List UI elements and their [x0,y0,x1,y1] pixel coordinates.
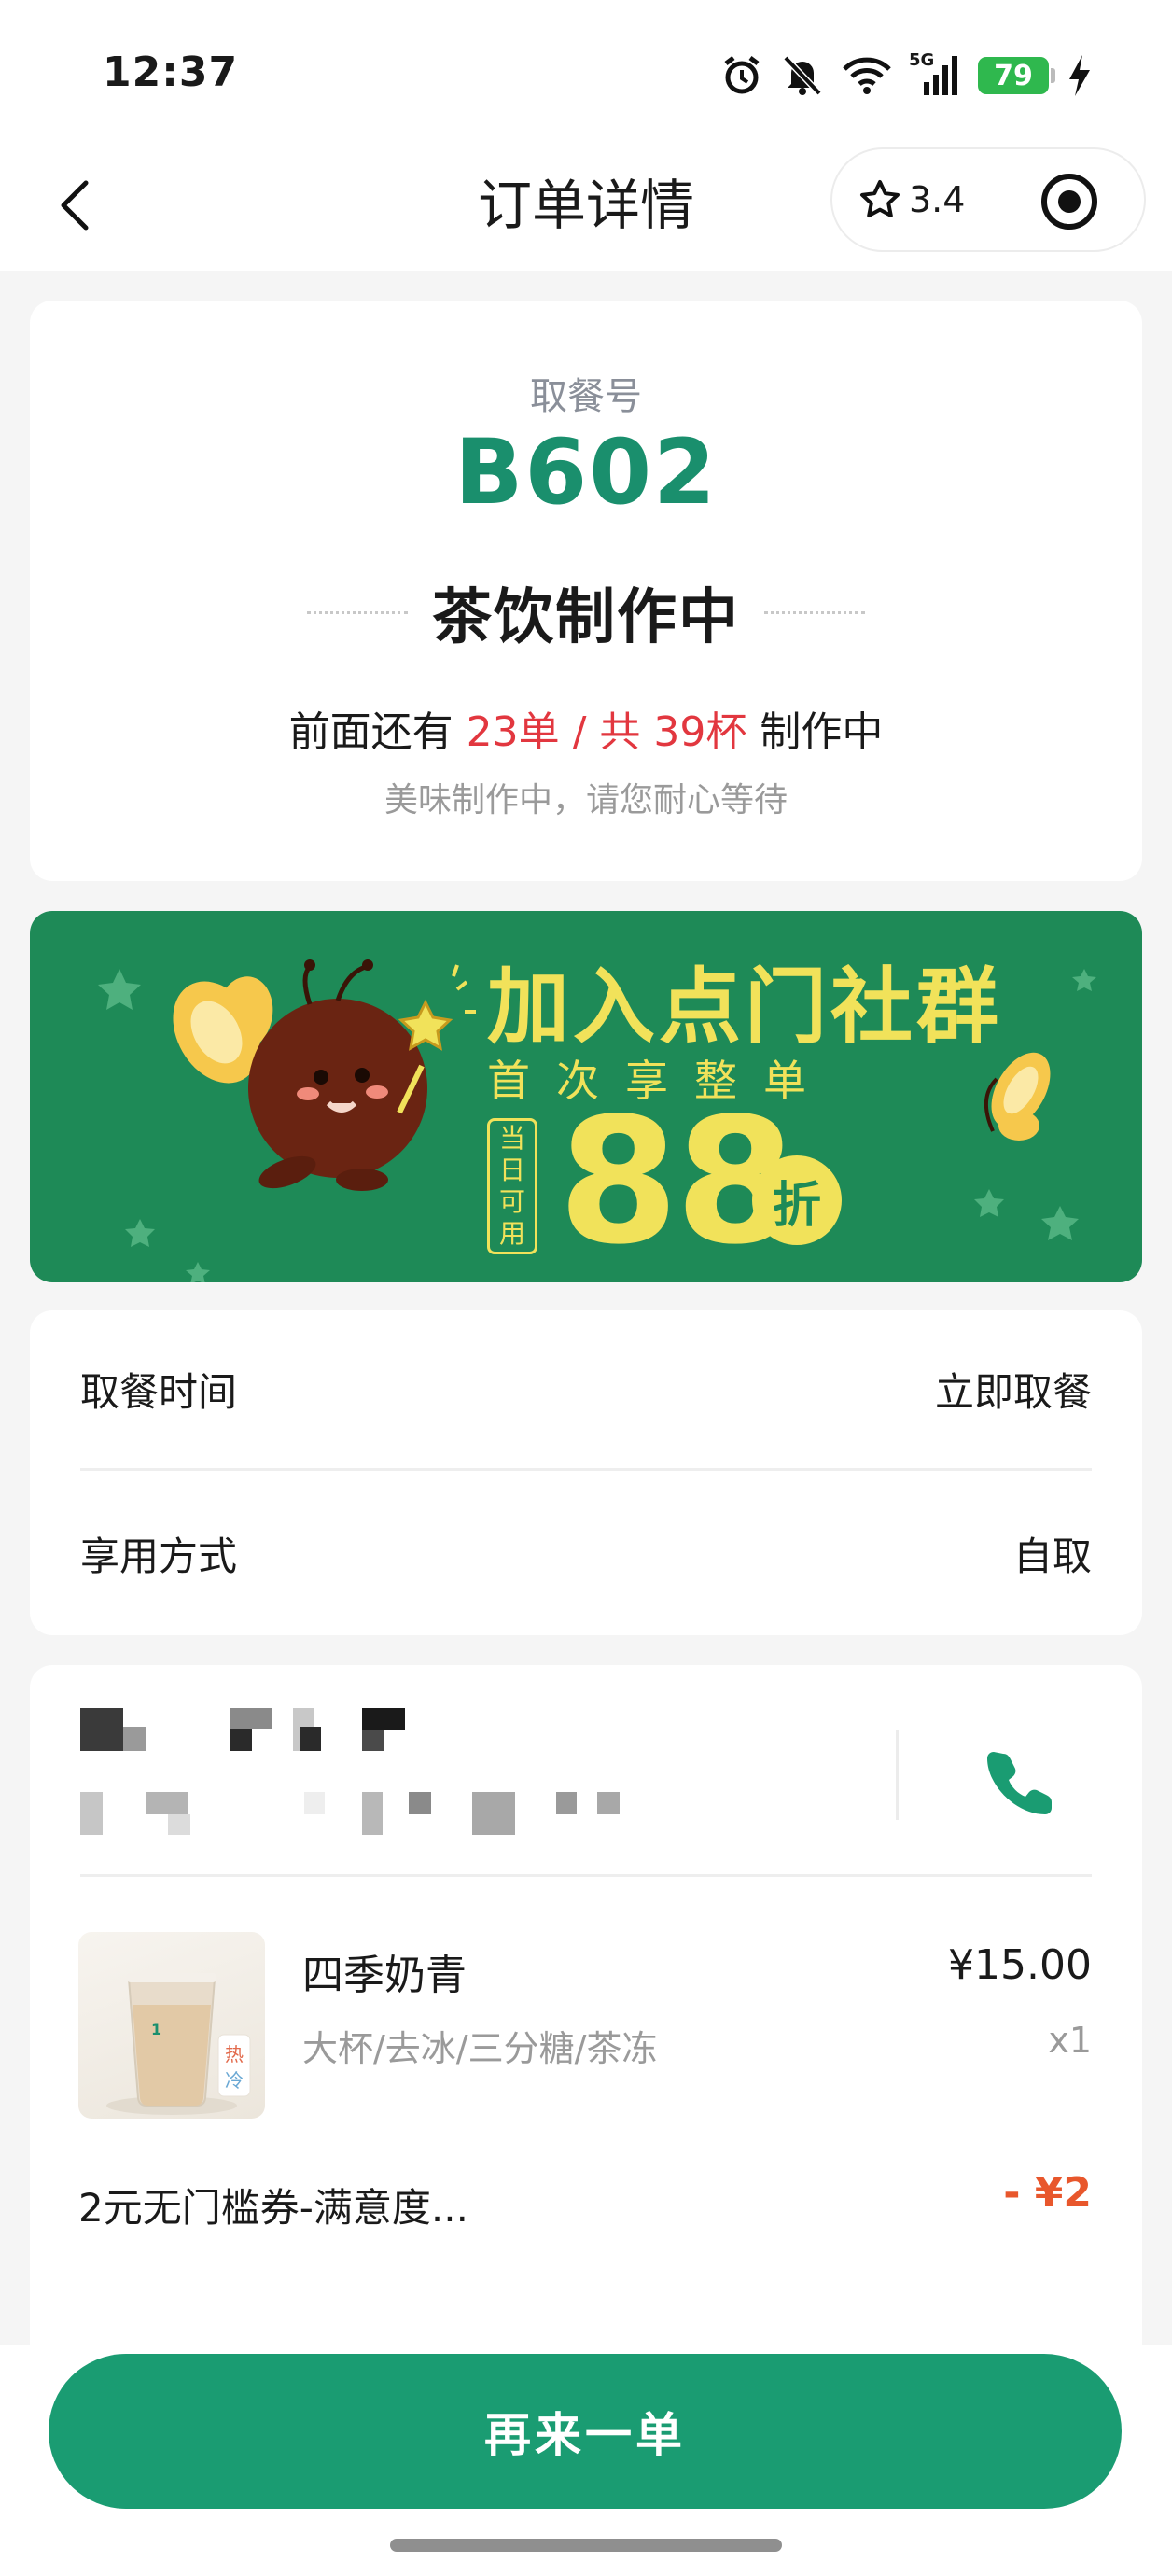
pickup-time-row: 取餐时间 立即取餐 [80,1310,1092,1471]
rating-button[interactable]: 3.4 [832,178,1019,221]
coupon-label: 2元无门槛券-满意度... [78,2185,468,2231]
battery-level: 79 [994,59,1033,92]
product-quantity: x1 [1048,2020,1092,2061]
target-icon[interactable] [1039,172,1099,231]
redacted-block [472,1792,515,1835]
product-name: 四季奶青 [302,1952,467,1999]
redacted-block [123,1727,146,1751]
redacted-block [362,1730,384,1751]
mute-bell-icon [783,55,822,96]
banner-discount-unit: 折 [752,1155,842,1245]
status-time: 12:37 [103,49,239,96]
product-price: ¥15.00 [948,1941,1092,1989]
home-indicator[interactable] [390,2539,782,2552]
usage-method-label: 享用方式 [80,1533,238,1579]
queue-subtext: 美味制作中，请您耐心等待 [384,781,788,819]
redacted-block [168,1814,190,1835]
vertical-divider [896,1730,899,1820]
redacted-block [300,1727,321,1751]
community-promo-banner[interactable]: 加入点门社群 首次享整单 当日可用 88 折 [30,911,1142,1282]
cup-hot-label: 热 [225,2043,244,2065]
reorder-button[interactable]: 再来一单 [49,2354,1122,2509]
queue-status: 前面还有 23单 / 共 39杯 制作中 [30,698,1142,758]
pickup-card: 取餐号 B602 茶饮制作中 前面还有 23单 / 共 39杯 制作中 美味制作… [30,301,1142,881]
product-image: 1 热 冷 [78,1932,265,2119]
pickup-time-label: 取餐时间 [80,1369,238,1415]
redacted-block [556,1792,577,1814]
redacted-block [230,1708,272,1729]
rating-value: 3.4 [909,179,966,220]
call-store-button[interactable] [972,1736,1066,1829]
pickup-time-value: 立即取餐 [934,1369,1092,1415]
order-detail-page: 12:37 5G 79 订单详情 3.4 取餐号 B602 茶饮制作中 前面还有… [0,0,1172,2576]
pickup-info-card: 取餐时间 立即取餐 享用方式 自取 [30,1310,1142,1635]
dotted-divider [764,610,865,614]
redacted-block [230,1729,252,1751]
pickup-number-label: 取餐号 [530,375,642,418]
order-status-row: 茶饮制作中 [30,569,1142,655]
milk-tea-cup-image: 1 热 冷 [106,1973,251,2115]
status-icons: 5G 79 [720,50,1092,99]
coupon-discount: - ¥2 [1003,2169,1092,2217]
usage-method-value: 自取 [1012,1533,1092,1579]
order-status: 茶饮制作中 [432,583,740,652]
queue-separator: / [559,708,600,756]
horizontal-divider [80,1874,1092,1877]
star-icon [860,180,900,217]
battery-indicator: 79 [978,57,1055,94]
product-spec: 大杯/去冰/三分糖/茶冻 [302,2028,658,2069]
alarm-icon [724,56,760,94]
store-info-redacted [80,1702,827,1870]
cup-cold-label: 冷 [225,2069,244,2092]
redacted-block [304,1792,325,1814]
usage-method-row: 享用方式 自取 [80,1473,1092,1633]
redacted-block [597,1792,620,1814]
phone-icon [987,1752,1052,1814]
nav-bar: 订单详情 3.4 [0,140,1172,271]
redacted-block [80,1792,103,1835]
queue-cups: 共 39杯 [599,708,747,756]
status-bar: 12:37 5G 79 [0,0,1172,140]
redacted-block [362,1792,383,1835]
svg-text:1: 1 [151,2021,161,2038]
queue-prefix: 前面还有 [288,708,453,756]
queue-suffix: 制作中 [760,708,884,756]
redacted-block [146,1792,188,1814]
redacted-block [80,1708,123,1751]
pickup-number: B602 [454,420,718,525]
bottom-action-bar: 再来一单 [0,2345,1172,2576]
signal-icon [924,56,957,95]
cellular-signal: 5G [909,50,959,97]
banner-tag: 当日可用 [487,1118,537,1254]
dotted-divider [307,610,408,614]
mini-program-capsule: 3.4 [830,147,1146,252]
banner-title: 加入点门社群 [487,958,1003,1055]
charging-icon [1069,55,1090,96]
redacted-block [362,1708,405,1730]
queue-orders: 23单 [466,708,560,756]
redacted-block [409,1792,431,1814]
wifi-icon [843,57,891,94]
